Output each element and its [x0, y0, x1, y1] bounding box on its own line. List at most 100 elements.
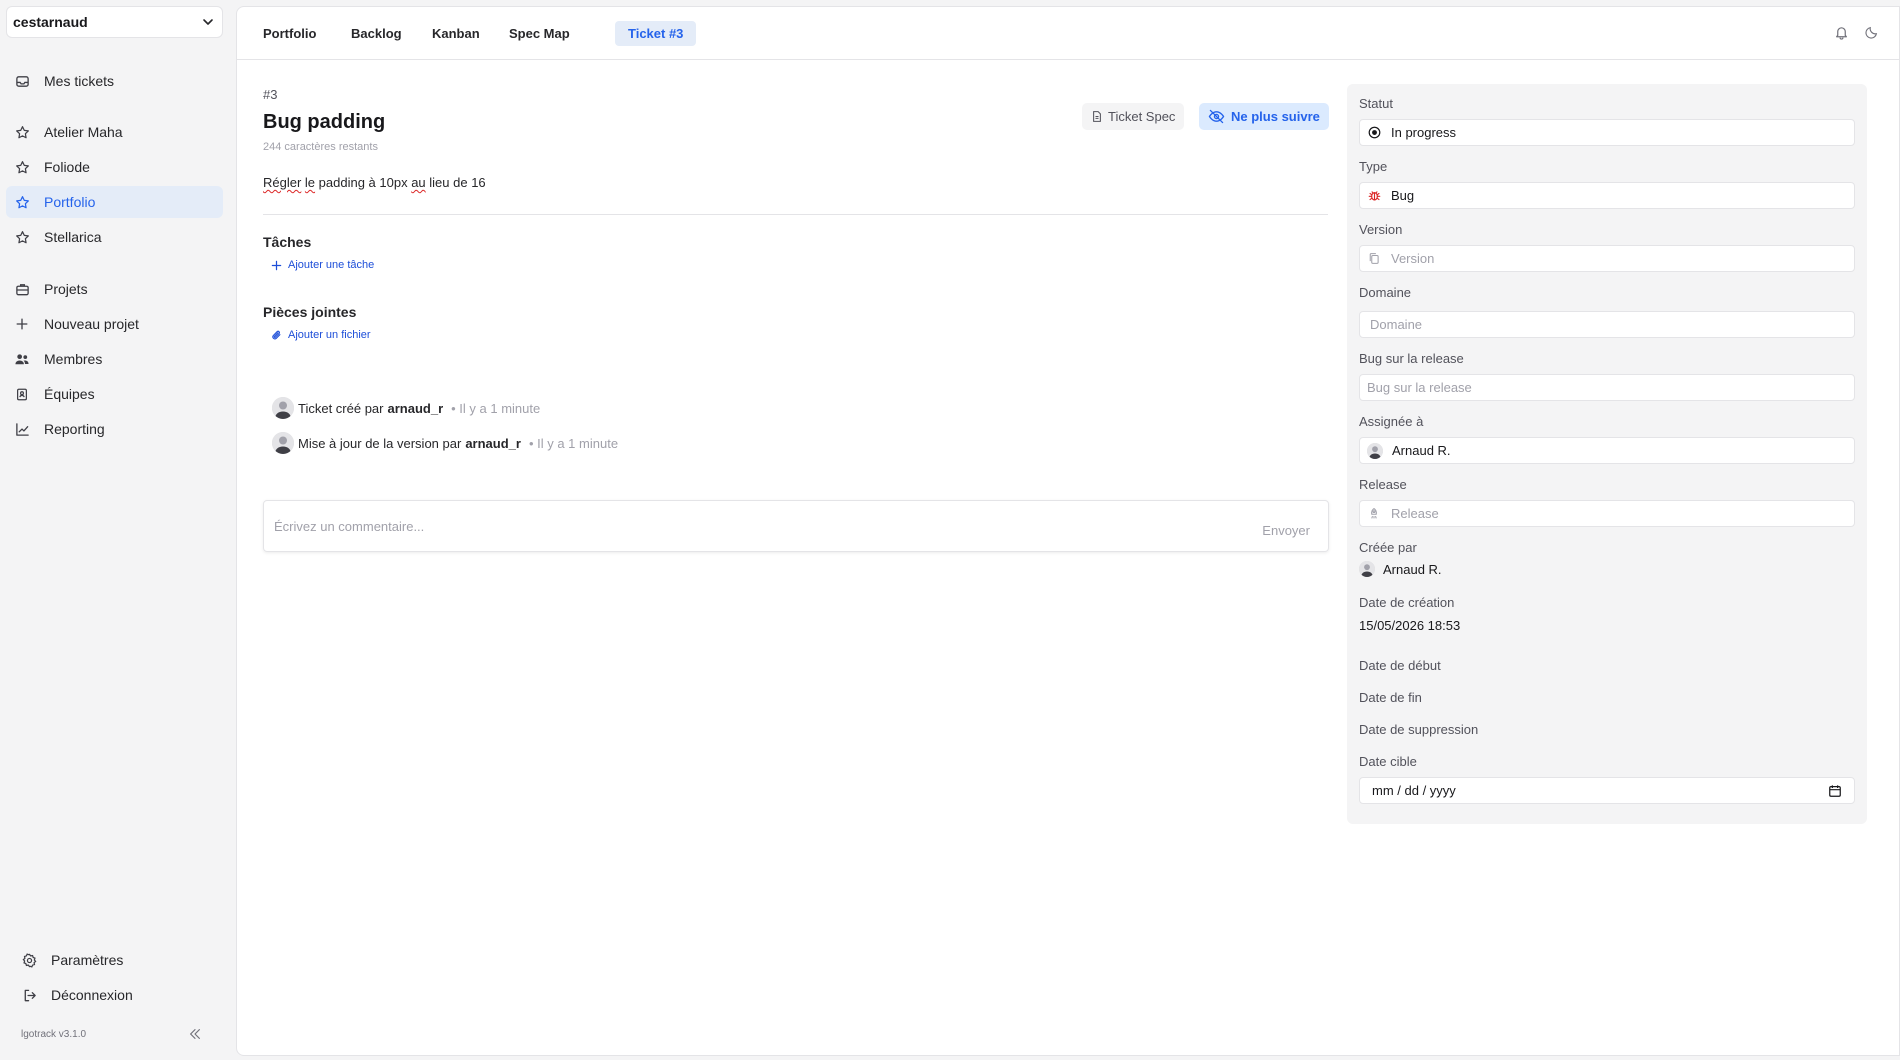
version-placeholder: Version: [1391, 251, 1435, 266]
bug-release-label: Bug sur la release: [1359, 351, 1464, 366]
users-icon: [14, 351, 30, 367]
chart-icon: [14, 421, 30, 437]
assignee-label: Assignée à: [1359, 414, 1424, 429]
divider: [263, 214, 1328, 215]
tab-kanban[interactable]: Kanban: [419, 21, 493, 46]
bug-release-placeholder: Bug sur la release: [1367, 380, 1472, 395]
collapse-sidebar-icon[interactable]: [188, 1027, 202, 1041]
sidebar-item-label: Nouveau projet: [44, 316, 139, 332]
type-select[interactable]: Bug: [1359, 182, 1855, 209]
avatar: [1367, 442, 1383, 459]
activity-item: Ticket créé par arnaud_r • Il y a 1 minu…: [272, 397, 540, 419]
release-label: Release: [1359, 477, 1407, 492]
activity-time: • Il y a 1 minute: [451, 400, 541, 416]
sidebar-item-atelier-maha[interactable]: Atelier Maha: [6, 116, 223, 148]
activity-text: Mise à jour de la version par: [298, 435, 462, 451]
status-select[interactable]: In progress: [1359, 119, 1855, 146]
created-at-value: 15/05/2026 18:53: [1359, 618, 1461, 633]
add-task-button[interactable]: Ajouter une tâche: [271, 259, 374, 271]
avatar: [272, 432, 294, 454]
tab-spec-map[interactable]: Spec Map: [496, 21, 583, 46]
star-icon: [14, 194, 30, 210]
release-select[interactable]: Release: [1359, 500, 1855, 527]
end-date-label: Date de fin: [1359, 690, 1422, 705]
sidebar-item-portfolio[interactable]: Portfolio: [6, 186, 223, 218]
sidebar-item-nouveau-projet[interactable]: Nouveau projet: [6, 308, 223, 340]
plus-icon: [271, 260, 282, 271]
sidebar-item-foliode[interactable]: Foliode: [6, 151, 223, 183]
description-word: le: [304, 175, 316, 190]
logout-button[interactable]: Déconnexion: [13, 980, 223, 1010]
sidebar-item-mes-tickets[interactable]: Mes tickets: [6, 65, 223, 97]
logout-label: Déconnexion: [51, 987, 133, 1003]
version-select[interactable]: Version: [1359, 245, 1855, 272]
start-date-label: Date de début: [1359, 658, 1441, 673]
version-label: Version: [1359, 222, 1403, 237]
release-placeholder: Release: [1391, 506, 1439, 521]
sidebar-item-label: Reporting: [44, 421, 105, 437]
star-icon: [14, 124, 30, 140]
sidebar-item-label: Atelier Maha: [44, 124, 123, 140]
sidebar-item-projets[interactable]: Projets: [6, 273, 223, 305]
description-word: Régler: [263, 175, 302, 190]
activity-item: Mise à jour de la version par arnaud_r •…: [272, 432, 618, 454]
avatar: [1359, 561, 1375, 577]
sidebar-item-label: Équipes: [44, 386, 95, 402]
description-text: lieu de 16: [425, 175, 486, 190]
target-date-input[interactable]: mm / dd / yyyy: [1359, 777, 1855, 804]
description-text: padding à 10px: [315, 175, 412, 190]
ticket-spec-button[interactable]: Ticket Spec: [1082, 103, 1185, 130]
top-navigation: Portfolio Backlog Kanban Spec Map Ticket…: [237, 7, 1899, 60]
plus-icon: [14, 316, 30, 332]
ticket-description[interactable]: Régler le padding à 10px au lieu de 16: [263, 175, 486, 190]
assignee-select[interactable]: Arnaud R.: [1359, 437, 1855, 464]
team-icon: [14, 386, 30, 402]
status-label: Statut: [1359, 96, 1393, 111]
comment-input[interactable]: Écrivez un commentaire... Envoyer: [263, 500, 1329, 552]
sidebar: cestarnaud Mes tickets Atelier Maha Foli…: [0, 0, 235, 1060]
activity-user: arnaud_r: [465, 435, 521, 451]
bell-icon[interactable]: [1834, 25, 1849, 40]
chars-remaining: 244 caractères restants: [263, 141, 378, 153]
avatar: [272, 397, 294, 419]
tab-portfolio[interactable]: Portfolio: [250, 21, 329, 46]
deletion-date-label: Date de suppression: [1359, 722, 1479, 737]
sidebar-item-stellarica[interactable]: Stellarica: [6, 221, 223, 253]
copy-icon: [1367, 252, 1381, 266]
domain-select[interactable]: Domaine: [1359, 311, 1855, 338]
bug-release-select[interactable]: Bug sur la release: [1359, 374, 1855, 401]
sidebar-item-equipes[interactable]: Équipes: [6, 378, 223, 410]
star-icon: [14, 159, 30, 175]
unfollow-button[interactable]: Ne plus suivre: [1199, 103, 1329, 130]
ticket-number: #3: [263, 87, 278, 102]
tab-backlog[interactable]: Backlog: [338, 21, 415, 46]
chevron-down-icon: [200, 14, 216, 30]
created-at-label: Date de création: [1359, 595, 1455, 610]
settings-button[interactable]: Paramètres: [13, 945, 223, 975]
workspace-select[interactable]: cestarnaud: [6, 6, 223, 38]
comment-placeholder: Écrivez un commentaire...: [274, 519, 425, 534]
sidebar-item-label: Portfolio: [44, 194, 96, 210]
logout-icon: [21, 987, 37, 1003]
gear-icon: [21, 952, 37, 968]
created-by-name: Arnaud R.: [1383, 561, 1442, 577]
attachments-title: Pièces jointes: [263, 304, 357, 320]
domain-placeholder: Domaine: [1370, 317, 1423, 332]
add-file-button[interactable]: Ajouter un fichier: [271, 329, 371, 341]
tab-ticket[interactable]: Ticket #3: [615, 21, 697, 46]
activity-text: Ticket créé par: [298, 400, 384, 416]
sidebar-item-reporting[interactable]: Reporting: [6, 413, 223, 445]
rocket-icon: [1367, 507, 1381, 521]
send-button[interactable]: Envoyer: [1262, 523, 1310, 538]
sidebar-item-label: Stellarica: [44, 229, 102, 245]
activity-user: arnaud_r: [387, 400, 444, 416]
dark-mode-icon[interactable]: [1865, 25, 1879, 39]
type-value: Bug: [1391, 188, 1415, 203]
calendar-icon[interactable]: [1828, 784, 1842, 798]
sidebar-item-label: Mes tickets: [44, 73, 115, 89]
paperclip-icon: [271, 329, 282, 341]
sidebar-item-membres[interactable]: Membres: [6, 343, 223, 375]
ticket-title[interactable]: Bug padding: [263, 111, 385, 134]
sidebar-item-label: Projets: [44, 281, 88, 297]
ticket-spec-label: Ticket Spec: [1108, 109, 1176, 124]
